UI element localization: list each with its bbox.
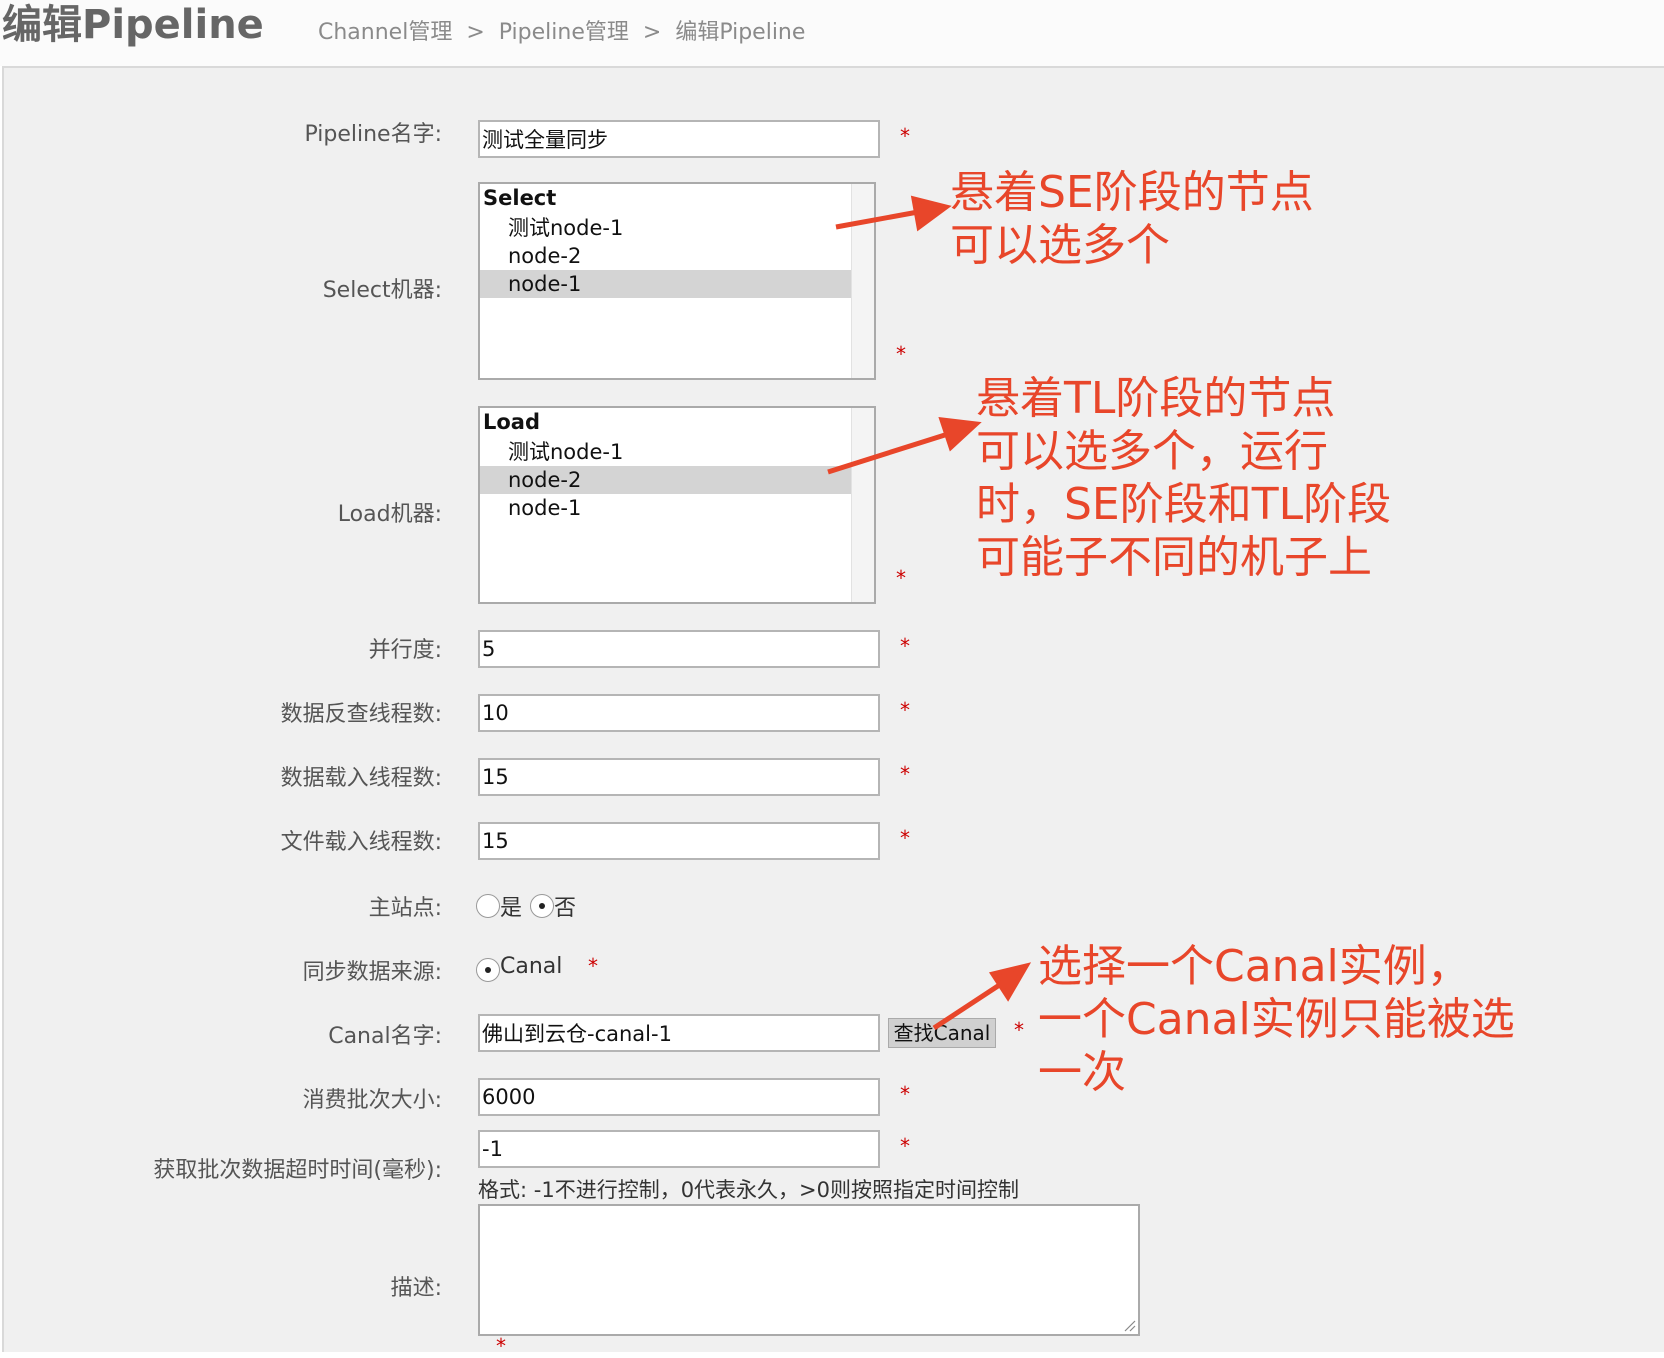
annotation-load-note: 悬着TL阶段的节点 可以选多个，运行 时，SE阶段和TL阶段 可能子不同的机子上 [976, 373, 1392, 583]
parallelism-label: 并行度: [368, 638, 442, 663]
canal-name-label: Canal名字: [328, 1024, 442, 1049]
extract-threads-input[interactable] [478, 694, 880, 732]
page-header: 编辑Pipeline Channel管理 > Pipeline管理 > 编辑Pipeli… [0, 0, 1664, 66]
home-site-yes-label: 是 [500, 896, 523, 921]
required-marker: * [896, 342, 906, 366]
breadcrumb-channel-link[interactable]: Channel管理 [318, 20, 452, 45]
required-marker: * [496, 1334, 506, 1358]
select-option-node-2[interactable]: node-2 [480, 242, 854, 270]
find-canal-button[interactable]: 查找Canal [888, 1018, 996, 1048]
description-label: 描述: [390, 1276, 442, 1301]
load-nodes-listbox[interactable]: Load 测试node-1 node-2 node-1 [478, 406, 876, 604]
select-nodes-label: Select机器: [322, 278, 442, 303]
required-marker: * [896, 566, 906, 590]
required-marker: * [900, 1082, 910, 1106]
extract-threads-label: 数据反查线程数: [280, 702, 442, 727]
home-site-yes-radio[interactable] [476, 894, 500, 918]
batch-size-input[interactable] [478, 1078, 880, 1116]
home-site-no-radio[interactable] [530, 894, 554, 918]
listbox-scrollbar[interactable] [851, 184, 874, 378]
pipeline-name-input[interactable] [478, 120, 880, 158]
required-marker: * [900, 634, 910, 658]
listbox-scrollbar[interactable] [851, 408, 874, 602]
select-option-test-node-1[interactable]: 测试node-1 [480, 214, 854, 242]
home-site-label: 主站点: [368, 896, 442, 921]
breadcrumb-current: 编辑Pipeline [675, 20, 806, 45]
file-load-threads-input[interactable] [478, 822, 880, 860]
home-site-no-label: 否 [554, 896, 577, 921]
required-marker: * [588, 954, 598, 978]
breadcrumb: Channel管理 > Pipeline管理 > 编辑Pipeline [318, 14, 805, 46]
load-threads-label: 数据载入线程数: [280, 766, 442, 791]
parallelism-input[interactable] [478, 630, 880, 668]
required-marker: * [900, 1134, 910, 1158]
page-title: 编辑Pipeline [2, 2, 264, 48]
required-marker: * [900, 762, 910, 786]
breadcrumb-separator: > [466, 20, 485, 45]
batch-size-label: 消费批次大小: [302, 1088, 442, 1113]
required-marker: * [900, 698, 910, 722]
resize-grip-icon[interactable] [1124, 1320, 1136, 1332]
breadcrumb-separator: > [642, 20, 662, 45]
required-marker: * [900, 826, 910, 850]
batch-timeout-input[interactable] [478, 1130, 880, 1168]
select-nodes-listbox[interactable]: Select 测试node-1 node-2 node-1 [478, 182, 876, 380]
required-marker: * [900, 124, 910, 148]
batch-timeout-label: 获取批次数据超时时间(毫秒): [153, 1158, 442, 1183]
select-group-label: Select [483, 186, 557, 210]
breadcrumb-pipeline-link[interactable]: Pipeline管理 [499, 20, 629, 45]
required-marker: * [1014, 1018, 1024, 1042]
annotation-canal-note: 选择一个Canal实例， 一个Canal实例只能被选 一次 [1038, 941, 1515, 1098]
load-group-label: Load [483, 410, 541, 434]
load-threads-input[interactable] [478, 758, 880, 796]
data-source-canal-radio[interactable] [476, 958, 500, 982]
description-textarea[interactable] [478, 1204, 1140, 1336]
load-option-test-node-1[interactable]: 测试node-1 [480, 438, 854, 466]
annotation-select-note: 悬着SE阶段的节点 可以选多个 [950, 167, 1314, 271]
pipeline-name-label: Pipeline名字: [304, 122, 442, 147]
data-source-canal-label: Canal [500, 954, 563, 979]
file-load-threads-label: 文件载入线程数: [280, 830, 442, 855]
batch-timeout-hint: 格式: -1不进行控制，0代表永久，>0则按照指定时间控制 [478, 1178, 1020, 1202]
load-option-node-1[interactable]: node-1 [480, 494, 854, 522]
select-option-node-1[interactable]: node-1 [480, 270, 854, 298]
load-nodes-label: Load机器: [337, 502, 442, 527]
load-option-node-2[interactable]: node-2 [480, 466, 854, 494]
data-source-label: 同步数据来源: [302, 960, 442, 985]
canal-name-input[interactable] [478, 1014, 880, 1052]
